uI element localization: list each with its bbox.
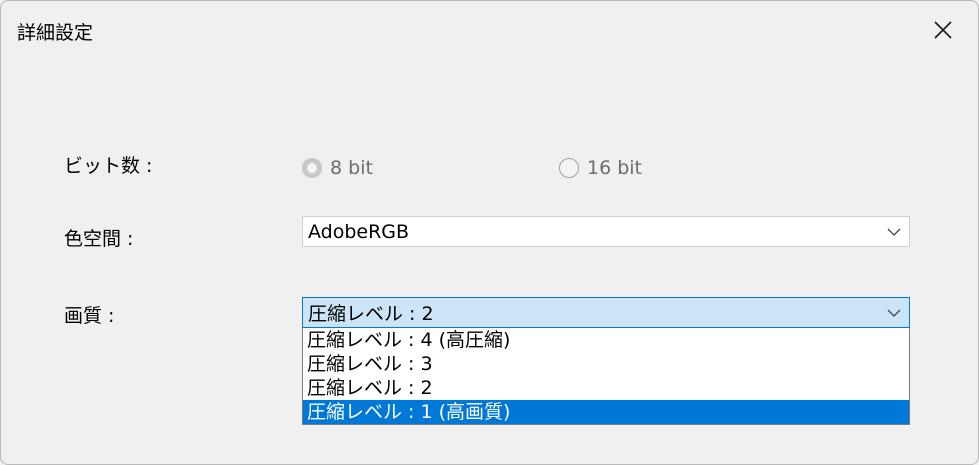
radio-8bit[interactable]: 8 bit bbox=[302, 157, 373, 179]
chevron-down-icon bbox=[887, 309, 901, 317]
dialog-title: 詳細設定 bbox=[17, 22, 94, 44]
close-icon bbox=[934, 21, 952, 39]
quality-option[interactable]: 圧縮レベル : 3 bbox=[303, 352, 909, 376]
radio-16bit[interactable]: 16 bit bbox=[559, 157, 642, 179]
color-space-select[interactable]: AdobeRGB bbox=[302, 216, 910, 247]
quality-option[interactable]: 圧縮レベル : 2 bbox=[303, 376, 909, 400]
quality-label: 画質 : bbox=[64, 305, 115, 327]
quality-option[interactable]: 圧縮レベル : 4 (高圧縮) bbox=[303, 328, 909, 352]
radio-16bit-label: 16 bit bbox=[587, 157, 643, 179]
color-space-value: AdobeRGB bbox=[308, 220, 410, 243]
radio-16bit-indicator[interactable] bbox=[559, 158, 579, 178]
quality-value: 圧縮レベル : 2 bbox=[308, 303, 434, 325]
chevron-down-icon bbox=[887, 228, 901, 236]
radio-8bit-indicator[interactable] bbox=[302, 158, 322, 178]
settings-dialog: 詳細設定 ビット数 : 8 bit 16 bit 色空間 : AdobeRGB … bbox=[0, 0, 979, 465]
quality-select[interactable]: 圧縮レベル : 2 bbox=[302, 297, 910, 328]
quality-option-selected[interactable]: 圧縮レベル : 1 (高画質) bbox=[303, 400, 909, 424]
radio-8bit-label: 8 bit bbox=[330, 157, 373, 179]
color-space-label: 色空間 : bbox=[64, 228, 134, 250]
quality-dropdown-list: 圧縮レベル : 4 (高圧縮) 圧縮レベル : 3 圧縮レベル : 2 圧縮レベ… bbox=[302, 328, 910, 425]
close-button[interactable] bbox=[919, 9, 967, 51]
bit-depth-label: ビット数 : bbox=[64, 155, 153, 177]
